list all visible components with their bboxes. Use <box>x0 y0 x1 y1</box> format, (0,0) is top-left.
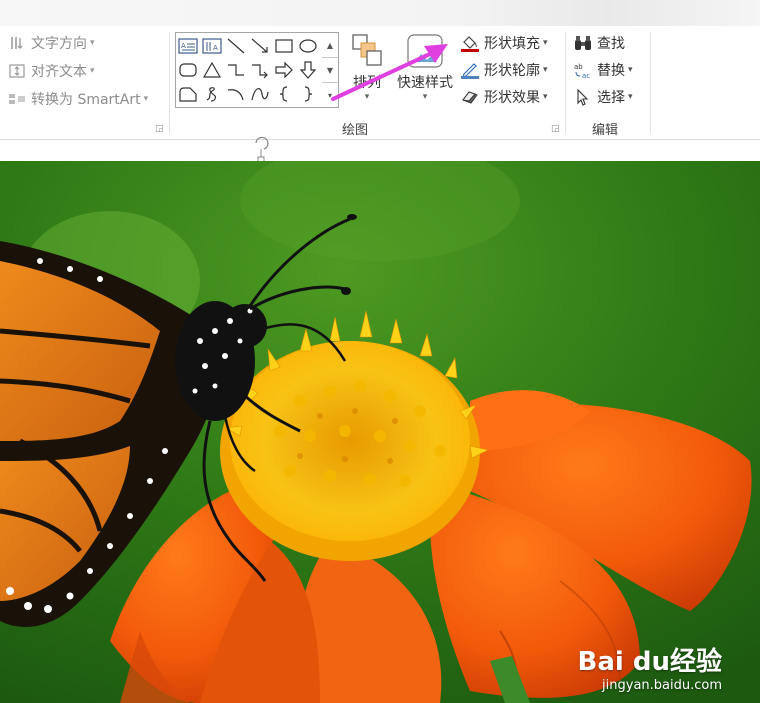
butterfly-flower-photo <box>0 161 760 703</box>
photo-canvas: Bai du经验 jingyan.baidu.com <box>0 161 760 703</box>
baidu-jingyan-watermark: Bai du经验 jingyan.baidu.com <box>578 641 722 693</box>
watermark-logo: Bai du经验 <box>577 647 722 677</box>
watermark-url: jingyan.baidu.com <box>602 678 722 693</box>
annotation-arrow <box>331 44 448 101</box>
